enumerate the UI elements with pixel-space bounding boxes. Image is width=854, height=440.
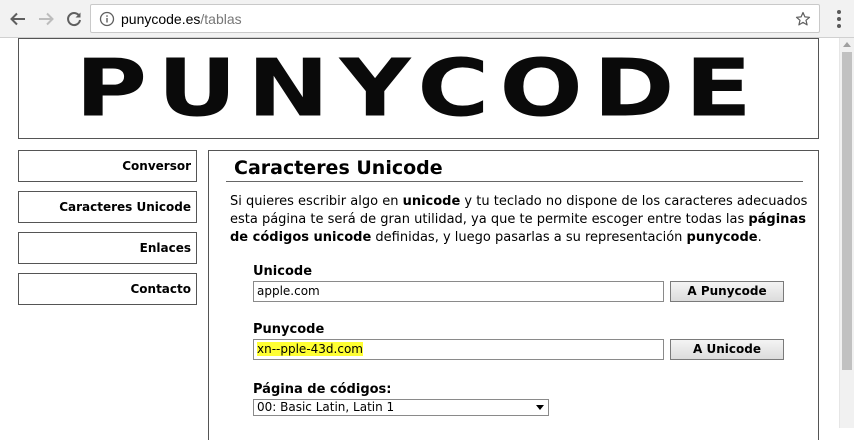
sidebar-item-contacto[interactable]: Contacto [18, 273, 197, 305]
url-host: punycode.es [121, 11, 201, 27]
url-path: /tablas [200, 11, 242, 27]
info-icon[interactable] [99, 11, 115, 27]
url-text[interactable]: punycode.es/tablas [121, 11, 242, 27]
vertical-scrollbar[interactable] [839, 38, 854, 428]
site-header: PUNYCODE [18, 38, 819, 139]
codepage-selected-value: 00: Basic Latin, Latin 1 [257, 400, 395, 414]
address-bar[interactable]: punycode.es/tablas [90, 4, 820, 33]
bookmark-star-icon[interactable] [795, 11, 811, 27]
scroll-up-icon[interactable] [843, 42, 851, 47]
sidebar-item-caracteres-unicode[interactable]: Caracteres Unicode [18, 191, 197, 223]
unicode-input[interactable]: apple.com [253, 281, 664, 302]
forward-button[interactable] [34, 7, 58, 31]
codepage-label: Página de códigos: [253, 382, 392, 397]
reload-button[interactable] [62, 7, 86, 31]
site-logo: PUNYCODE [75, 42, 762, 135]
main-content: Caracteres Unicode Si quieres escribir a… [208, 150, 819, 440]
sidebar-nav: Conversor Caracteres Unicode Enlaces Con… [18, 150, 197, 314]
title-divider [226, 181, 803, 182]
browser-toolbar: punycode.es/tablas [0, 0, 854, 38]
punycode-input[interactable]: xn--pple-43d.com [253, 339, 664, 360]
sidebar-item-conversor[interactable]: Conversor [18, 150, 197, 182]
dropdown-arrow-icon [536, 405, 544, 410]
intro-paragraph: Si quieres escribir algo en unicode y tu… [230, 194, 808, 245]
punycode-label: Punycode [253, 322, 325, 337]
punycode-input-value: xn--pple-43d.com [257, 342, 363, 356]
unicode-input-value: apple.com [257, 284, 320, 298]
browser-menu-icon[interactable] [831, 10, 847, 28]
scrollbar-thumb[interactable] [842, 52, 852, 370]
to-punycode-button[interactable]: A Punycode [670, 281, 784, 302]
page-title: Caracteres Unicode [234, 157, 443, 179]
back-button[interactable] [6, 7, 30, 31]
page-content: PUNYCODE Conversor Caracteres Unicode En… [0, 38, 854, 440]
to-unicode-button[interactable]: A Unicode [670, 339, 784, 360]
reload-icon [67, 12, 81, 27]
forward-arrow-icon [39, 12, 54, 26]
unicode-label: Unicode [253, 264, 313, 279]
codepage-select[interactable]: 00: Basic Latin, Latin 1 [253, 399, 549, 416]
back-arrow-icon [10, 12, 25, 26]
sidebar-item-enlaces[interactable]: Enlaces [18, 232, 197, 264]
